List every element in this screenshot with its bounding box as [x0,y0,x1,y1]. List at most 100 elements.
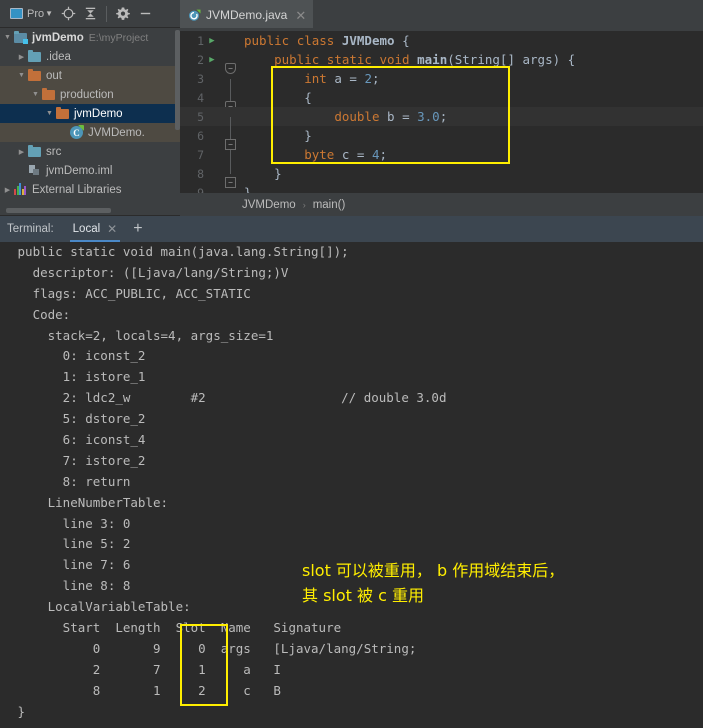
tree-item-jvmdemo[interactable]: jvmDemo [0,104,180,123]
terminal-line: 7: istore_2 [10,452,146,468]
chevron-down-icon: ▼ [45,9,54,18]
chevron-right-icon[interactable] [16,148,27,156]
code-line[interactable]: 2 ▶ − public static void main(String[] arg… [180,50,703,74]
settings-gear-icon[interactable] [112,3,134,25]
close-icon[interactable]: ✕ [107,222,117,236]
tab-label: JVMDemo.java [206,8,288,22]
project-horizontal-scrollbar[interactable] [6,208,111,213]
project-tree: jvmDemo E:\myProject .idea out production jvm… [0,28,180,199]
code-text: { [244,90,312,105]
terminal-line: descriptor: ([Ljava/lang/String;)V [10,264,289,280]
library-icon [13,183,28,196]
code-text: public static void main(String[] args) { [244,52,576,67]
code-line[interactable]: 1 ▶ public class JVMDemo { [180,31,703,50]
terminal-line: 5: dstore_2 [10,411,146,427]
code-line[interactable]: 8− } [180,164,703,188]
terminal-line: 2: ldc2_w #2 // double 3.0d [10,390,447,406]
tree-item-label: jvmDemo.iml [46,164,113,177]
terminal-tab-local[interactable]: Local ✕ [69,216,120,242]
annotation-line-1: slot 可以被重用， b 作用域结束后， [302,561,565,580]
terminal-line: Start Length Slot Name Signature [10,620,342,636]
folder-orange-icon [27,68,42,82]
code-line[interactable]: 4− { [180,88,703,117]
tree-item-out[interactable]: out [0,66,180,85]
locate-icon[interactable] [57,3,79,25]
terminal-line: } [10,703,26,719]
code-lines: 1 ▶ public class JVMDemo { 2 ▶ − public stati… [180,31,703,193]
tree-item-label: production [60,88,114,101]
project-tool-label: Pro [27,7,45,20]
tab-jvmdemo-java[interactable]: JVMDemo.java ✕ [180,0,314,28]
terminal-line: line 5: 2 [10,536,131,552]
breadcrumb-method[interactable]: main() [313,199,346,211]
chevron-down-icon[interactable] [30,91,41,98]
terminal-line: LineNumberTable: [10,494,169,510]
tree-item-src[interactable]: src [0,142,180,161]
terminal-line: 8 1 2 c B [10,682,281,698]
terminal-line: 0: iconst_2 [10,348,146,364]
breadcrumb-class[interactable]: JVMDemo [242,199,296,211]
chevron-down-icon[interactable] [16,72,27,79]
chevron-down-icon[interactable] [44,110,55,117]
terminal-line: public static void main(java.lang.String… [10,244,349,259]
ide-window: Pro ▼ JVMDemo.java ✕ ▼ jvmDemo E:\myProj… [0,0,703,728]
line-number: 4 [197,90,204,105]
terminal-output[interactable]: public static void main(java.lang.String… [0,242,703,728]
breadcrumb[interactable]: JVMDemo › main() [180,193,703,216]
terminal-line: 1: istore_1 [10,369,146,385]
code-text: double b = 3.0; [334,109,448,124]
code-line[interactable]: 6− } [180,126,703,155]
tree-item-production[interactable]: production [0,85,180,104]
folder-orange-icon [55,106,70,120]
code-line[interactable]: 3 int a = 2; [180,69,703,98]
run-gutter-icon[interactable]: ▶ [204,36,220,46]
terminal-line: stack=2, locals=4, args_size=1 [10,327,274,343]
tree-item-jvmdemo-iml[interactable]: jvmDemo.iml [0,161,180,180]
hide-panel-icon[interactable] [134,3,156,25]
line-number: 1 [197,33,204,48]
annotation-line-2: 其 slot 被 c 重用 [302,586,424,605]
annotation-text: slot 可以被重用， b 作用域结束后， 其 slot 被 c 重用 [302,558,642,608]
project-tool-window[interactable]: jvmDemo E:\myProject .idea out production jvm… [0,28,180,215]
chevron-right-icon[interactable] [2,186,13,194]
code-editor[interactable]: 1 ▶ public class JVMDemo { 2 ▶ − public stati… [180,28,703,193]
add-terminal-icon[interactable]: + [133,221,142,237]
code-line[interactable]: 5 double b = 3.0; [180,107,703,136]
tree-item-jvmdemo[interactable]: C JVMDemo. [0,123,180,142]
toolbar-left-group: Pro ▼ [0,0,156,28]
line-number: 5 [197,109,204,124]
code-line[interactable]: 7 byte c = 4; [180,145,703,174]
chevron-down-icon[interactable] [2,34,13,41]
tree-item-jvmdemo[interactable]: jvmDemo E:\myProject [0,28,180,47]
tree-item-idea[interactable]: .idea [0,47,180,66]
code-text: byte c = 4; [304,147,388,162]
line-number: 8 [197,166,204,181]
code-line[interactable]: 9} [180,183,703,193]
folder-blue-icon [27,144,42,158]
toolbar-divider [106,5,108,22]
terminal-line: 6: iconst_4 [10,432,146,448]
code-text: } [244,128,312,143]
tree-item-label: jvmDemo [74,107,123,120]
terminal-header: Terminal: Local ✕ + [0,216,703,242]
module-icon [13,30,28,44]
terminal-line: 2 7 1 a I [10,661,281,677]
terminal-tab-label: Local [72,223,101,235]
tree-item-label: .idea [46,50,71,63]
chevron-right-icon[interactable] [16,53,27,61]
iml-file-icon [27,164,42,177]
close-icon[interactable]: ✕ [295,9,306,22]
line-number: 9 [197,185,204,194]
code-text: public class JVMDemo { [244,33,410,48]
line-number: 3 [197,71,204,86]
project-tool-button[interactable]: Pro ▼ [6,3,57,25]
terminal-line: flags: ACC_PUBLIC, ACC_STATIC [10,285,251,301]
tree-item-path: E:\myProject [88,31,149,44]
collapse-all-icon[interactable] [79,3,101,25]
tree-item-external-libraries[interactable]: External Libraries [0,180,180,199]
code-text: int a = 2; [304,71,380,86]
run-gutter-icon[interactable]: ▶ [204,55,220,65]
terminal-line: Code: [10,306,71,322]
terminal-lines: public static void main(java.lang.String… [0,242,703,722]
line-number: 7 [197,147,204,162]
